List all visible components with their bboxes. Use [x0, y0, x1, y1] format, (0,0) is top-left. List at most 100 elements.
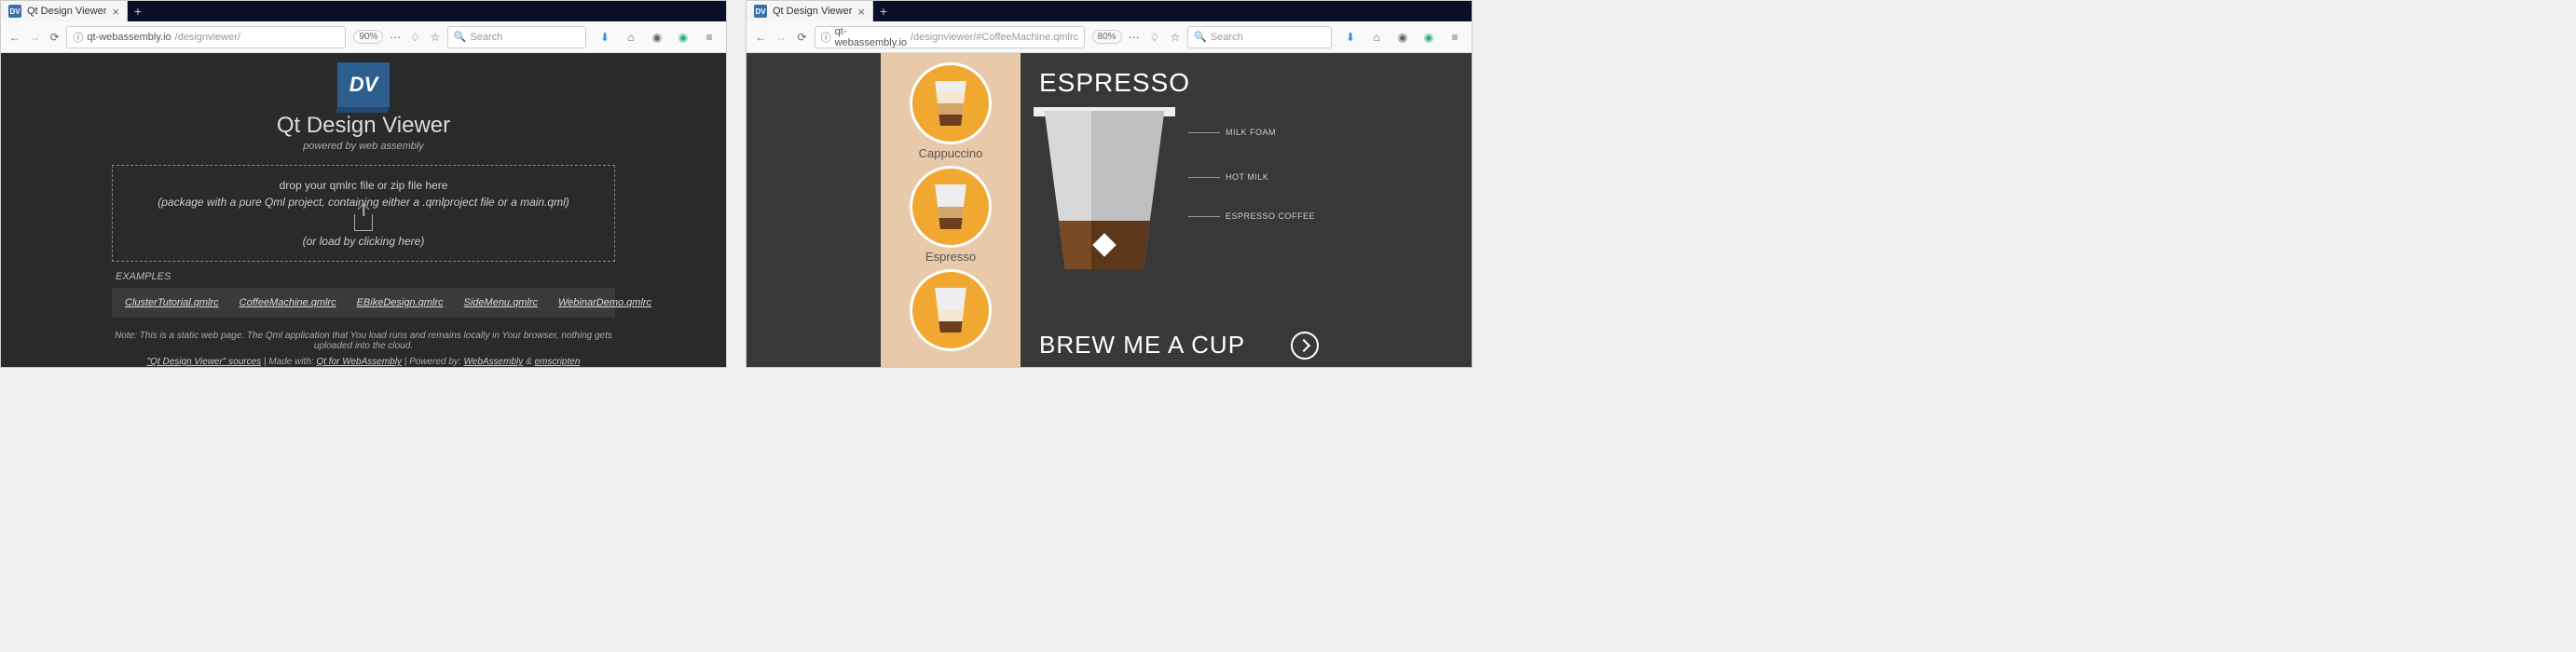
design-viewer-page: DV Qt Design Viewer powered by web assem… [1, 53, 726, 367]
emscripten-link[interactable]: emscripten [534, 357, 580, 367]
favicon: DV [754, 5, 767, 18]
extension-icon[interactable]: ◉ [1418, 26, 1440, 48]
toolbar: ← → ⟳ ⓘ qt-webassembly.io/designviewer/#… [747, 21, 1472, 53]
examples-row: ClusterTutorial.qmlrc CoffeeMachine.qmlr… [112, 288, 615, 318]
close-tab-icon[interactable]: × [112, 5, 119, 19]
back-button[interactable]: ← [7, 26, 22, 48]
callout-milkfoam: MILK FOAM [1188, 128, 1319, 137]
example-link[interactable]: ClusterTutorial.qmlrc [125, 297, 219, 308]
upload-icon [354, 214, 373, 231]
close-tab-icon[interactable]: × [857, 5, 865, 19]
drop-main-text: drop your qmlrc file or zip file here [131, 179, 596, 192]
url-path: /designviewer/ [175, 32, 240, 43]
hamburger-icon[interactable]: ≡ [1444, 26, 1466, 48]
drink-item-partial[interactable] [910, 269, 992, 351]
page-content: Cappuccino Espresso [747, 53, 1472, 367]
drink-detail: ESPRESSO MILK FOAM HOT MILK ESPRESSO COF… [1021, 53, 1337, 367]
search-placeholder: Search [470, 32, 502, 43]
titlebar: DV Qt Design Viewer × + [747, 1, 1472, 21]
example-link[interactable]: WebinarDemo.qmlrc [558, 297, 651, 308]
drop-click-text: (or load by clicking here) [131, 235, 596, 248]
zoom-badge[interactable]: 90% [353, 30, 383, 44]
page-subtitle: powered by web assembly [303, 141, 424, 152]
big-cup [1039, 111, 1170, 269]
url-host: qt-webassembly.io [835, 26, 907, 48]
reload-button[interactable]: ⟳ [793, 26, 810, 48]
extension-icon[interactable]: ◉ [672, 26, 694, 48]
sources-link[interactable]: "Qt Design Viewer" sources [147, 357, 262, 367]
browser-tab[interactable]: DV Qt Design Viewer × [747, 1, 873, 21]
search-bar[interactable]: 🔍 Search [1187, 26, 1332, 48]
download-icon[interactable]: ⬇ [594, 26, 616, 48]
reload-button[interactable]: ⟳ [47, 26, 62, 48]
tab-title: Qt Design Viewer [773, 6, 852, 17]
protection-icon[interactable]: ♢ [407, 26, 423, 48]
url-path: /designviewer/#CoffeeMachine.qmlrc [911, 32, 1078, 43]
drink-item-cappuccino[interactable]: Cappuccino [910, 62, 992, 160]
url-bar[interactable]: ⓘ qt-webassembly.io/designviewer/#Coffee… [815, 26, 1085, 48]
drink-circle [910, 62, 992, 144]
browser-tab[interactable]: DV Qt Design Viewer × [1, 1, 128, 21]
info-icon: ⓘ [821, 30, 831, 45]
drink-item-espresso[interactable]: Espresso [910, 166, 992, 264]
drink-label: Espresso [925, 250, 976, 264]
callouts: MILK FOAM HOT MILK ESPRESSO COFFEE [1188, 111, 1319, 221]
bookmark-icon[interactable]: ☆ [1167, 26, 1184, 48]
toolbar: ← → ⟳ ⓘ qt-webassembly.io/designviewer/ … [1, 21, 726, 53]
library-icon[interactable]: ⌂ [620, 26, 642, 48]
titlebar: DV Qt Design Viewer × + [1, 1, 726, 21]
tab-title: Qt Design Viewer [27, 6, 106, 17]
zoom-badge[interactable]: 80% [1092, 30, 1122, 44]
example-link[interactable]: SideMenu.qmlrc [464, 297, 538, 308]
callout-hotmilk: HOT MILK [1188, 172, 1319, 182]
examples-heading: EXAMPLES [112, 271, 615, 282]
drink-list: Cappuccino Espresso [881, 53, 1021, 367]
account-icon[interactable]: ◉ [1391, 26, 1414, 48]
coffee-app: Cappuccino Espresso [881, 53, 1337, 367]
dv-logo: DV [337, 62, 390, 107]
browser-window-right: DV Qt Design Viewer × + ← → ⟳ ⓘ qt-webas… [746, 0, 1473, 368]
url-host: qt-webassembly.io [87, 32, 171, 43]
forward-button[interactable]: → [26, 26, 42, 48]
example-link[interactable]: EBikeDesign.qmlrc [357, 297, 444, 308]
page-title: Qt Design Viewer [277, 113, 450, 139]
brew-button[interactable]: BREW ME A CUP [1039, 331, 1319, 360]
drop-zone[interactable]: drop your qmlrc file or zip file here (p… [112, 165, 615, 262]
search-icon: 🔍 [1194, 31, 1207, 43]
library-icon[interactable]: ⌂ [1365, 26, 1388, 48]
drink-label: Cappuccino [919, 146, 983, 160]
search-icon: 🔍 [454, 31, 467, 43]
selected-drink-title: ESPRESSO [1039, 68, 1319, 98]
forward-button[interactable]: → [773, 26, 789, 48]
search-placeholder: Search [1211, 32, 1243, 43]
info-icon: ⓘ [73, 30, 83, 45]
browser-window-left: DV Qt Design Viewer × + ← → ⟳ ⓘ qt-webas… [0, 0, 727, 368]
coffee-app-page: Cappuccino Espresso [747, 53, 1472, 367]
new-tab-button[interactable]: + [873, 1, 894, 21]
back-button[interactable]: ← [752, 26, 769, 48]
url-bar[interactable]: ⓘ qt-webassembly.io/designviewer/ [66, 26, 346, 48]
drink-circle [910, 166, 992, 248]
account-icon[interactable]: ◉ [646, 26, 668, 48]
callout-espresso: ESPRESSO COFFEE [1188, 211, 1319, 221]
search-bar[interactable]: 🔍 Search [447, 26, 586, 48]
download-icon[interactable]: ⬇ [1339, 26, 1362, 48]
new-tab-button[interactable]: + [128, 1, 148, 21]
page-actions-icon[interactable]: ⋯ [1126, 26, 1143, 48]
hamburger-icon[interactable]: ≡ [698, 26, 720, 48]
bookmark-icon[interactable]: ☆ [427, 26, 443, 48]
favicon: DV [8, 5, 21, 18]
drink-circle [910, 269, 992, 351]
cup-diagram: MILK FOAM HOT MILK ESPRESSO COFFEE [1039, 111, 1319, 269]
cup-icon [932, 288, 969, 333]
page-actions-icon[interactable]: ⋯ [387, 26, 403, 48]
wasm-link[interactable]: WebAssembly [464, 357, 524, 367]
cup-icon [932, 184, 969, 229]
note-text: Note: This is a static web page. The Qml… [112, 331, 615, 351]
cup-icon [932, 81, 969, 126]
arrow-right-icon [1291, 332, 1319, 360]
protection-icon[interactable]: ♢ [1146, 26, 1163, 48]
example-link[interactable]: CoffeeMachine.qmlrc [240, 297, 336, 308]
sugar-icon [1092, 233, 1116, 256]
qtwasm-link[interactable]: Qt for WebAssembly [316, 357, 402, 367]
